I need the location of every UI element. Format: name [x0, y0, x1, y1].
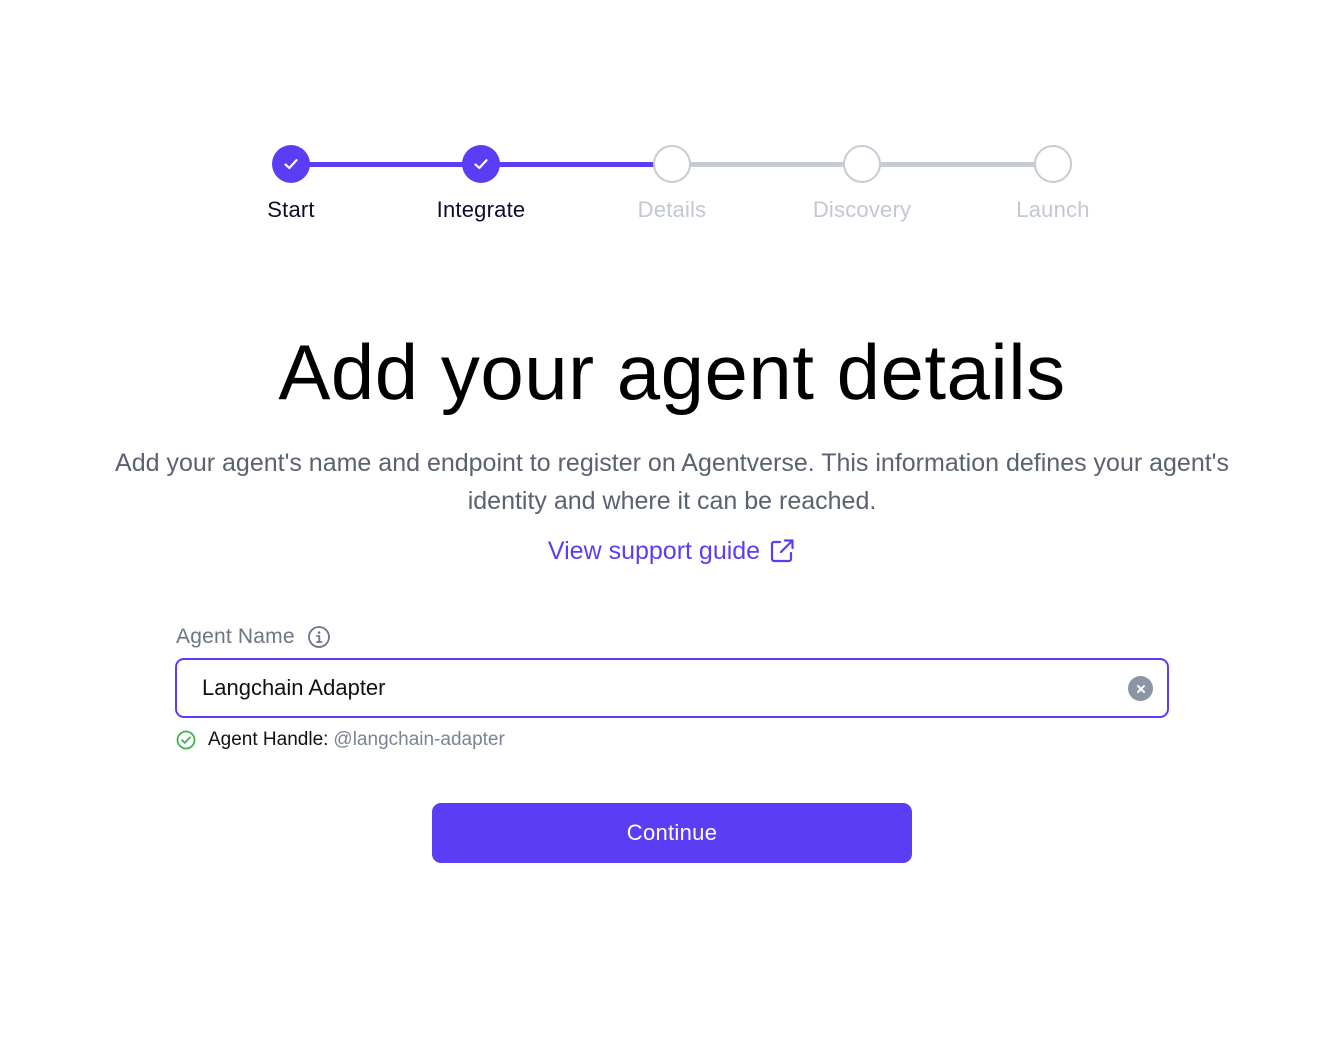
agent-handle-label: Agent Handle:: [208, 729, 329, 750]
progress-stepper: Start Integrate Details Discovery Launch: [0, 0, 1344, 240]
step-connector-2: [481, 162, 672, 167]
agent-name-label-row: Agent Name: [176, 622, 331, 652]
step-label-integrate: Integrate: [436, 197, 526, 222]
agent-name-input[interactable]: [202, 660, 1102, 716]
external-link-icon: [770, 539, 794, 563]
continue-button[interactable]: Continue: [432, 803, 912, 863]
step-connector-1: [291, 162, 481, 167]
info-icon[interactable]: [307, 625, 331, 649]
step-label-launch: Launch: [1016, 197, 1090, 222]
check-icon: [474, 159, 488, 170]
onboarding-page: Start Integrate Details Discovery Launch…: [0, 0, 1344, 1040]
step-details-indicator: [653, 145, 691, 183]
step-label-discovery: Discovery: [812, 197, 912, 222]
step-connector-4: [862, 162, 1053, 167]
clear-icon: [1136, 684, 1145, 693]
check-icon: [284, 159, 298, 170]
step-connector-3: [672, 162, 862, 167]
step-discovery-indicator: [843, 145, 881, 183]
check-circle-icon: [176, 730, 196, 750]
clear-input-button[interactable]: [1128, 676, 1153, 701]
agent-name-field: [175, 658, 1169, 718]
agent-handle-value: @langchain-adapter: [333, 729, 505, 750]
step-integrate-indicator: [462, 145, 500, 183]
support-guide-link[interactable]: View support guide: [0, 532, 1344, 570]
page-subtitle: Add your agent's name and endpoint to re…: [115, 449, 1229, 515]
page-title: Add your agent details: [278, 328, 1066, 416]
agent-name-label: Agent Name: [176, 625, 295, 648]
step-launch-indicator: [1034, 145, 1072, 183]
support-guide-label: View support guide: [547, 537, 761, 565]
agent-handle-row: Agent Handle: @langchain-adapter: [176, 726, 505, 754]
step-label-details: Details: [637, 197, 707, 222]
step-start-indicator: [272, 145, 310, 183]
step-label-start: Start: [267, 197, 315, 222]
